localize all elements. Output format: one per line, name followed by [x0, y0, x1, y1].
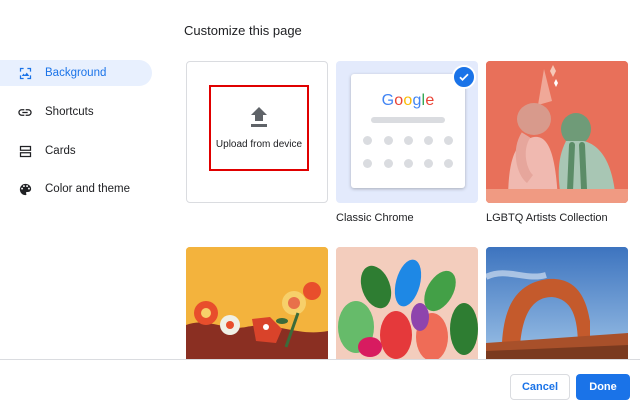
- sidebar-item-shortcuts[interactable]: Shortcuts: [0, 99, 152, 125]
- shortcut-dot: [404, 159, 413, 168]
- shortcut-dot: [424, 136, 433, 145]
- background-tile-lgbtq-artists[interactable]: [486, 61, 628, 203]
- sidebar-item-label: Shortcuts: [45, 106, 94, 118]
- dialog-title: Customize this page: [184, 23, 302, 38]
- selected-check-icon: [452, 65, 476, 89]
- shortcut-dot: [424, 159, 433, 168]
- shortcut-dot: [363, 159, 372, 168]
- sidebar-item-cards[interactable]: Cards: [0, 138, 152, 164]
- sidebar-item-label: Background: [45, 67, 107, 79]
- classic-chrome-preview: Google: [351, 74, 465, 188]
- upload-label: Upload from device: [215, 138, 303, 150]
- sidebar-item-label: Cards: [45, 145, 76, 157]
- shortcut-dot: [444, 159, 453, 168]
- upload-tile[interactable]: Upload from device: [186, 61, 328, 203]
- shortcut-dot: [444, 136, 453, 145]
- sidebar-item-label: Color and theme: [45, 183, 131, 195]
- two-women-illustration: [486, 61, 628, 203]
- footer-divider: [0, 359, 640, 360]
- cards-icon: [17, 143, 33, 159]
- search-bar-placeholder: [371, 117, 445, 123]
- upload-from-device-button[interactable]: Upload from device: [209, 85, 309, 171]
- tile-caption: LGBTQ Artists Collection: [486, 212, 608, 224]
- tile-caption: Classic Chrome: [336, 212, 414, 224]
- sidebar-item-background[interactable]: Background: [0, 60, 152, 86]
- shortcut-dot: [384, 136, 393, 145]
- image-icon: [17, 65, 33, 81]
- google-logo: Google: [381, 92, 435, 109]
- link-icon: [17, 104, 33, 120]
- background-tile-arch-photo[interactable]: [486, 247, 628, 359]
- background-tile-art-flowers[interactable]: [186, 247, 328, 359]
- customize-dialog: Customize this page Background Shortcuts…: [0, 0, 640, 409]
- palette-icon: [17, 181, 33, 197]
- arch-photo: [486, 247, 628, 359]
- shortcut-dot: [384, 159, 393, 168]
- flowers-illustration: [186, 247, 328, 359]
- done-button[interactable]: Done: [576, 374, 630, 400]
- plants-illustration: [336, 247, 478, 359]
- background-tile-art-plants[interactable]: [336, 247, 478, 359]
- sidebar-item-color-theme[interactable]: Color and theme: [0, 176, 152, 202]
- cancel-button[interactable]: Cancel: [510, 374, 570, 400]
- upload-icon: [251, 106, 267, 127]
- shortcut-dot: [404, 136, 413, 145]
- shortcut-dot: [363, 136, 372, 145]
